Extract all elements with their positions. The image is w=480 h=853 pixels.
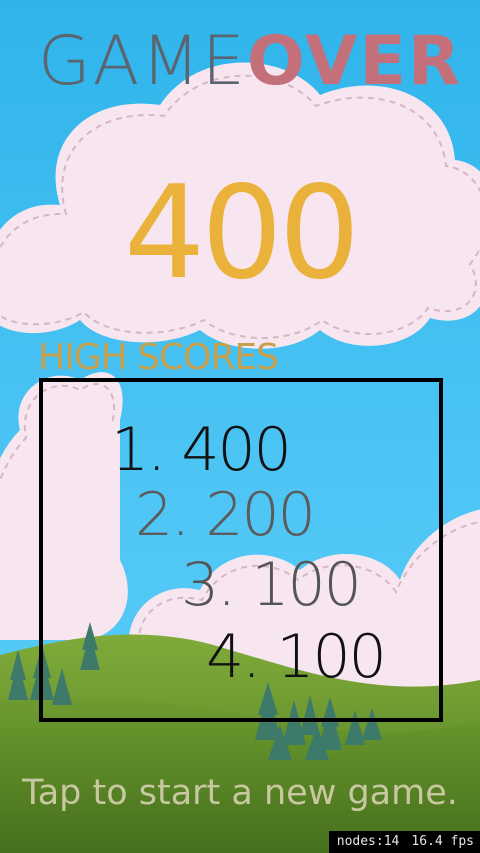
high-score-row-4: 4. 100 [206,622,387,692]
node-count: nodes:14 [336,834,400,849]
final-score: 400 [123,159,360,308]
high-scores-title: HIGH SCORES [38,337,279,378]
high-score-row-3: 3. 100 [181,550,362,620]
high-score-row-2: 2. 200 [135,480,316,550]
high-scores-box: 1. 400 2. 200 3. 100 4. 100 [39,378,443,722]
high-score-row-1: 1. 400 [111,415,292,485]
over-word: OVER [246,22,463,101]
game-over-title: GAMEOVER [38,28,462,96]
debug-stats-overlay: nodes:14 16.4 fps [328,831,480,853]
game-word: GAME [38,22,247,101]
game-over-scene[interactable]: GAMEOVER 400 HIGH SCORES 1. 400 2. 200 3… [0,0,480,853]
tap-to-start-hint[interactable]: Tap to start a new game. [0,776,480,811]
fps-counter: 16.4 fps [411,834,474,849]
